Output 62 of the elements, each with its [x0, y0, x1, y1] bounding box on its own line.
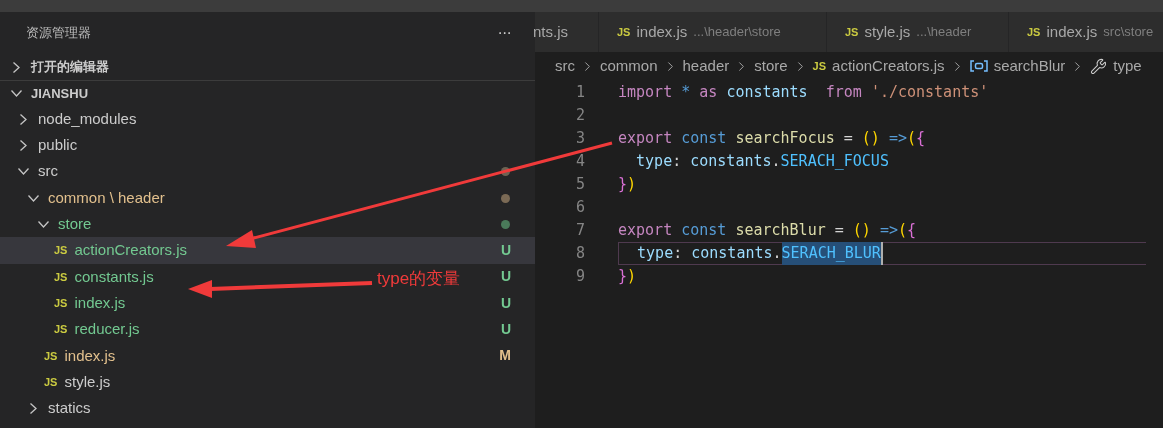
annotation-text: type的变量 [377, 269, 461, 289]
line-number: 4 [574, 151, 585, 173]
section-header[interactable]: 打开的编辑器 [0, 54, 535, 80]
tree-item[interactable]: style.js [64, 370, 111, 394]
js-file-icon: JS [617, 23, 631, 41]
editor-tab[interactable]: JS index.js ...\header\store [599, 12, 827, 52]
js-file-icon: JS [54, 242, 68, 259]
breadcrumb-item[interactable]: searchBlur [969, 54, 1066, 78]
tree-item[interactable]: src [38, 160, 58, 183]
git-status-letter: U [500, 293, 511, 313]
line-number: 7 [574, 220, 585, 242]
line-number: 6 [574, 197, 585, 219]
more-actions-button[interactable]: ··· [497, 21, 511, 45]
editor-tab[interactable]: JS style.js ...\header [827, 12, 1009, 52]
tree-item[interactable]: JS actionCreators.js U [0, 237, 535, 264]
tree-item[interactable]: public [38, 134, 78, 157]
breadcrumb-item[interactable]: header [682, 54, 730, 78]
line-number: 3 [574, 128, 585, 150]
js-file-icon: JS [812, 57, 827, 75]
line-number: 8 [574, 243, 585, 265]
code-line: import * as constants from './constants' [618, 82, 989, 104]
js-file-icon: JS [44, 347, 58, 365]
tree-item[interactable]: constants.js [74, 265, 154, 289]
tree-item[interactable]: store [58, 213, 92, 236]
code-line: export const searchFocus = () =>({ [618, 128, 926, 150]
js-file-icon: JS [54, 321, 68, 338]
tree-item[interactable]: reducer.js [74, 318, 140, 341]
code-line: }) [618, 266, 637, 288]
line-number: 9 [574, 266, 585, 288]
js-file-icon: JS [44, 373, 58, 391]
breadcrumb-item[interactable]: src [555, 54, 575, 78]
breadcrumb-item[interactable]: store [754, 54, 788, 78]
git-status-letter: U [500, 267, 511, 287]
tree-item[interactable]: statics [48, 397, 91, 420]
js-file-icon: JS [1027, 23, 1041, 41]
code-line: }) [618, 174, 637, 196]
breadcrumb-item[interactable]: common [600, 54, 658, 78]
breadcrumb-item[interactable]: JS actionCreators.js [812, 54, 945, 78]
file-name: actionCreators.js [74, 240, 187, 261]
git-status-letter: M [499, 346, 511, 366]
git-status-letter: U [500, 320, 511, 339]
tree-item[interactable]: common \ header [48, 186, 165, 210]
line-number: 1 [574, 82, 585, 104]
editor-tab[interactable]: nts.js [535, 12, 599, 52]
code-line: export const searchBlur = () =>({ [618, 220, 917, 242]
tree-item[interactable]: index.js [74, 291, 126, 315]
sidebar-title: 资源管理器 [26, 24, 91, 43]
js-file-icon: JS [54, 294, 68, 312]
code-line: type: constants.SERACH_FOCUS [635, 151, 889, 173]
section-header[interactable]: JIANSHU [0, 80, 535, 106]
code-line: type: constants.SERACH_BLUR [618, 242, 1146, 265]
tree-item[interactable]: node_modules [38, 107, 137, 131]
variable-icon [969, 60, 988, 72]
editor-tab[interactable]: JS index.js src\store [1009, 12, 1163, 52]
js-file-icon: JS [845, 23, 859, 41]
tree-item[interactable]: index.js [64, 344, 116, 368]
js-file-icon: JS [54, 268, 68, 286]
wrench-icon [1090, 57, 1108, 75]
breadcrumb-item[interactable]: type [1090, 54, 1142, 78]
line-number: 2 [574, 105, 585, 127]
git-status-letter: U [500, 241, 511, 261]
line-number: 5 [574, 174, 585, 196]
